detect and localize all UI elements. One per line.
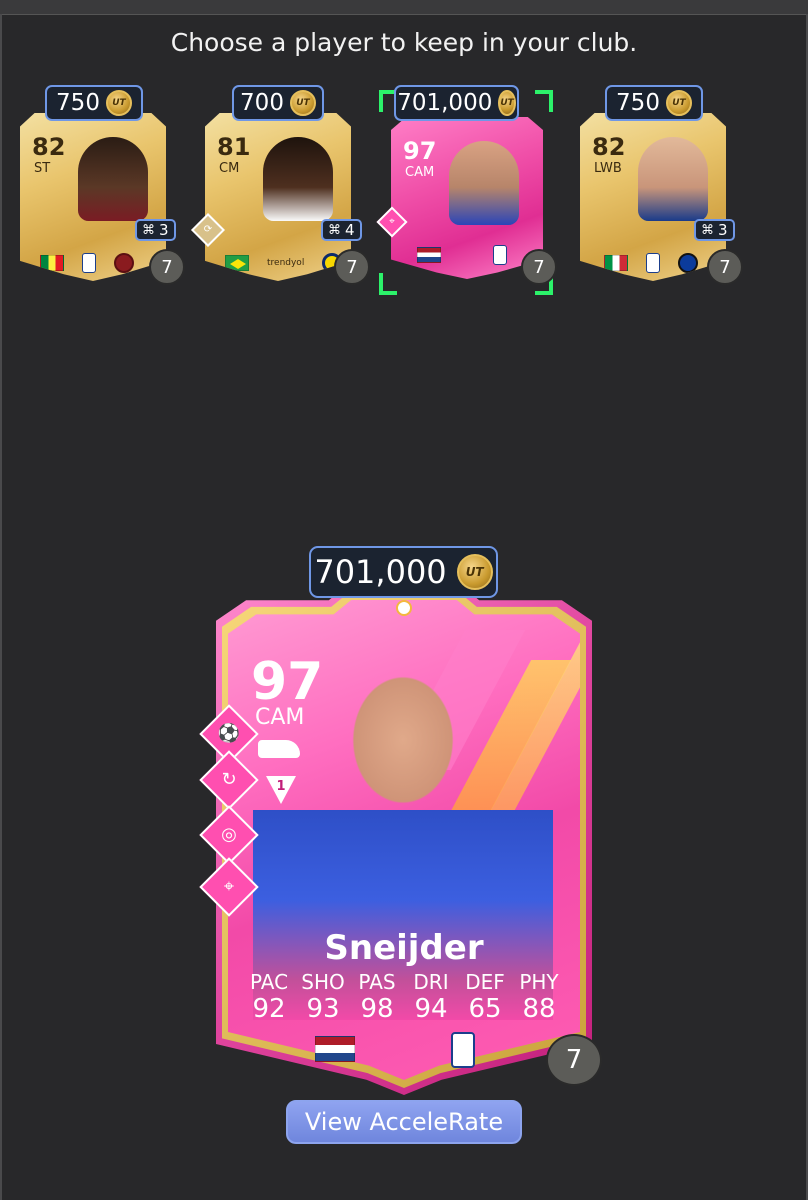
card-position: ST [34, 161, 51, 176]
card-face: 97 CAM [391, 117, 543, 279]
stat-pac: PAC 92 [249, 970, 289, 1024]
detail-count-badge: 7 [546, 1034, 602, 1086]
card-position: CAM [405, 165, 435, 180]
card-face: 81 CM trendyol [205, 113, 351, 281]
view-accelerate-button[interactable]: View AcceleRate [286, 1100, 522, 1144]
player-photo [78, 137, 148, 221]
chemistry-count: 3 [159, 221, 169, 239]
count-badge: 7 [521, 249, 557, 285]
page-title: Choose a player to keep in your club. [170, 28, 638, 57]
chemistry-icon: ⌘ [142, 222, 155, 238]
player-photo [638, 137, 708, 221]
card-top-gem-icon [396, 600, 412, 616]
coin-icon: UT [105, 90, 132, 116]
chemistry-badge: ⌘ 3 [694, 219, 735, 241]
count-badge: 7 [149, 249, 185, 285]
price-value: 701,000 [397, 90, 493, 116]
stat-sho: SHO 93 [301, 970, 345, 1024]
chemistry-badge: ⌘ 3 [135, 219, 176, 241]
league-badge-icon [493, 245, 507, 265]
coin-icon: UT [289, 90, 316, 116]
league-badge-icon [451, 1032, 475, 1068]
detail-price-value: 701,000 [314, 553, 447, 591]
card-badges: trendyol [225, 253, 343, 273]
boot-icon [258, 740, 300, 758]
price-value: 750 [616, 90, 660, 116]
card-badges [40, 253, 134, 273]
card-badges [604, 253, 698, 273]
count-badge: 7 [707, 249, 743, 285]
price-value: 700 [240, 90, 284, 116]
stat-phy: PHY 88 [519, 970, 559, 1024]
price-value: 750 [56, 90, 100, 116]
coin-icon: UT [456, 554, 493, 590]
league-badge-icon [82, 253, 96, 273]
chemistry-count: 4 [345, 221, 355, 239]
card-rating: 82 [32, 133, 66, 161]
player-photo [449, 141, 519, 225]
flag-netherlands-icon [417, 247, 441, 263]
price-tag: 750 UT [605, 85, 703, 121]
card-position: LWB [594, 161, 622, 176]
league-badge-icon [646, 253, 660, 273]
player-card-4[interactable]: 82 LWB 750 UT ⌘ 3 7 [580, 85, 743, 295]
detail-position: CAM [255, 705, 305, 730]
stat-pas: PAS 98 [358, 970, 396, 1024]
league-label: trendyol [267, 258, 305, 268]
card-face: 82 LWB [580, 113, 726, 281]
price-tag: 701,000 UT [394, 85, 519, 121]
coin-icon: UT [665, 90, 692, 116]
selection-corner [379, 273, 397, 295]
detail-rating: 97 [251, 652, 324, 712]
club-badge-icon [114, 253, 134, 273]
player-card-3-selected[interactable]: 97 CAM 701,000 UT ⌖ 7 [376, 85, 557, 295]
flag-brazil-icon [225, 255, 249, 271]
player-name: Sneijder [324, 928, 484, 968]
price-tag: 750 UT [45, 85, 143, 121]
left-frame-line [0, 14, 2, 1200]
count-badge: 7 [334, 249, 370, 285]
chemistry-icon: ⌘ [701, 222, 714, 238]
card-rating: 81 [217, 133, 251, 161]
chemistry-count: 3 [718, 221, 728, 239]
card-position: CM [219, 161, 240, 176]
player-photo [263, 137, 333, 221]
club-badge-icon [678, 253, 698, 273]
stat-dri: DRI 94 [413, 970, 449, 1024]
flag-italy-icon [604, 255, 628, 271]
stats-row: PAC 92 SHO 93 PAS 98 DRI 94 DEF 65 PHY 88 [244, 970, 564, 1024]
coin-icon: UT [498, 90, 516, 116]
card-badges [417, 245, 507, 265]
stat-def: DEF 65 [465, 970, 505, 1024]
card-rating: 97 [403, 137, 437, 165]
chemistry-badge: ⌘ 4 [321, 219, 362, 241]
player-card-2[interactable]: 81 CM trendyol 700 UT ⟳ ⌘ 4 7 [191, 85, 370, 295]
player-card-1[interactable]: 82 ST 750 UT ⌘ 3 7 [20, 85, 185, 295]
chemistry-icon: ⌘ [328, 222, 341, 238]
selection-corner [535, 90, 553, 112]
price-tag: 700 UT [232, 85, 324, 121]
detail-price-tag: 701,000 UT [309, 546, 498, 598]
top-bar [0, 0, 808, 15]
flag-netherlands-icon [315, 1036, 355, 1062]
card-rating: 82 [592, 133, 626, 161]
flag-senegal-icon [40, 255, 64, 271]
card-face: 82 ST [20, 113, 166, 281]
